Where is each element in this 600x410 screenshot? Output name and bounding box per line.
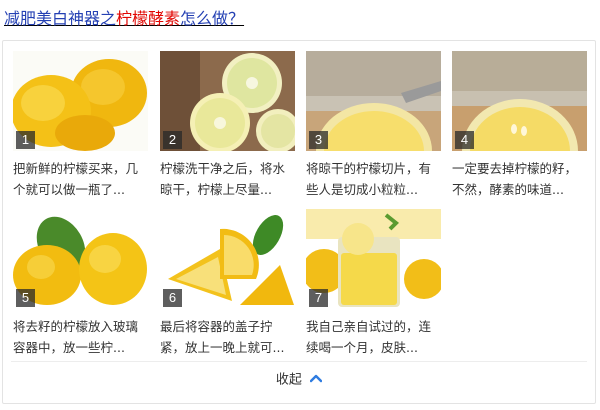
divider [11,361,587,362]
step-2-image: 2 [160,51,295,151]
step-number: 3 [309,131,328,149]
step-number: 1 [16,131,35,149]
step-caption: 把新鲜的柠檬买来，几个就可以做一瓶了... [13,161,139,197]
step-card-2[interactable]: 2 柠檬洗干净之后，将水晾干，柠檬上尽量... [160,51,295,206]
step-caption: 最后将容器的盖子拧紧，放上一晚上就可... [160,319,285,355]
step-number: 7 [309,289,328,307]
step-card-7[interactable]: 7 我自己亲自试过的，连续喝一个月，皮肤... [306,209,441,364]
step-1-image: 1 [13,51,148,151]
step-5-image: 5 [13,209,148,309]
step-7-image: 7 [306,209,441,309]
step-number: 4 [455,131,474,149]
step-card-6[interactable]: 6 最后将容器的盖子拧紧，放上一晚上就可... [160,209,295,364]
step-card-4[interactable]: 4 一定要去掉柠檬的籽，不然，酵素的味道... [452,51,587,206]
steps-panel: 1 把新鲜的柠檬买来，几个就可以做一瓶了... 2 柠檬洗干净之后，将水晾干，柠… [2,40,596,404]
title-part-3: 怎么做？ [180,9,245,28]
step-card-1[interactable]: 1 把新鲜的柠檬买来，几个就可以做一瓶了... [13,51,148,206]
step-3-image: 3 [306,51,441,151]
title-part-1: 减肥美白神器之 [4,9,117,28]
step-6-image: 6 [160,209,295,309]
chevron-up-icon [309,368,323,392]
step-number: 5 [16,289,35,307]
step-caption: 我自己亲自试过的，连续喝一个月，皮肤... [306,319,432,355]
collapse-button[interactable]: 收起 [3,368,595,392]
step-card-5[interactable]: 5 将去籽的柠檬放入玻璃容器中，放一些柠... [13,209,148,364]
step-number: 2 [163,131,182,149]
step-card-3[interactable]: 3 将晾干的柠檬切片，有些人是切成小粒粒... [306,51,441,206]
step-caption: 一定要去掉柠檬的籽，不然，酵素的味道... [452,161,578,197]
step-caption: 将晾干的柠檬切片，有些人是切成小粒粒... [306,161,432,197]
step-caption: 将去籽的柠檬放入玻璃容器中，放一些柠... [13,319,139,355]
collapse-label: 收起 [275,372,302,388]
title-highlight: 柠檬酵素 [116,9,181,28]
article-title-link[interactable]: 减肥美白神器之柠檬酵素怎么做？ [4,8,244,30]
step-caption: 柠檬洗干净之后，将水晾干，柠檬上尽量... [160,161,286,197]
step-number: 6 [163,289,182,307]
step-4-image: 4 [452,51,587,151]
